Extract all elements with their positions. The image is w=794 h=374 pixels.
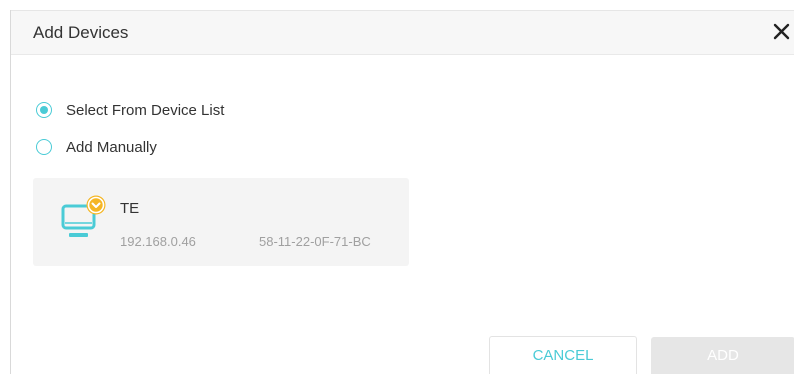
device-list-item[interactable]: TE 192.168.0.46 58-11-22-0F-71-BC: [33, 178, 409, 266]
computer-monitor-icon: [60, 194, 106, 242]
device-name: TE: [120, 200, 140, 217]
radio-label: Select From Device List: [66, 101, 225, 119]
close-icon[interactable]: [771, 19, 793, 43]
device-ip-address: 192.168.0.46: [120, 234, 196, 249]
cancel-button[interactable]: CANCEL: [489, 336, 637, 374]
dialog-title: Add Devices: [33, 23, 129, 42]
add-devices-dialog: Add Devices Select From Device List Add …: [10, 10, 794, 374]
radio-button-unchecked[interactable]: [36, 139, 52, 155]
radio-label: Add Manually: [66, 138, 157, 156]
unknown-device-badge-icon: [86, 195, 106, 215]
device-mac-address: 58-11-22-0F-71-BC: [259, 234, 371, 249]
radio-add-manually[interactable]: Add Manually: [36, 136, 157, 158]
radio-button-checked[interactable]: [36, 102, 52, 118]
radio-select-from-device-list[interactable]: Select From Device List: [36, 99, 224, 121]
add-button[interactable]: ADD: [651, 337, 794, 374]
dialog-header: Add Devices: [11, 10, 794, 55]
